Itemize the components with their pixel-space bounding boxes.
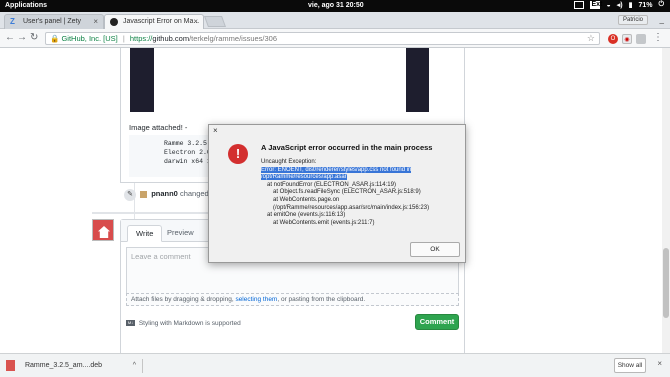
stack-line: at WebContents.emit (events.js:211:7) xyxy=(273,219,375,226)
address-separator: | xyxy=(122,34,125,43)
download-bar: Ramme_3.2.5_am....deb ^ Show all × xyxy=(0,353,670,377)
bookmark-star-icon[interactable]: ☆ xyxy=(587,33,595,44)
tab-zety[interactable]: Z User's panel | Zety × xyxy=(4,14,104,29)
back-arrow-icon[interactable]: ← xyxy=(5,32,15,43)
select-files-link[interactable]: selecting them xyxy=(235,296,277,303)
zety-favicon-icon: Z xyxy=(10,17,15,26)
browser-menu-icon[interactable]: ⋮ xyxy=(653,32,663,43)
attach-text-end: , or pasting from the clipboard. xyxy=(277,296,366,303)
stack-line: at WebContents.page.on (/opt/Ramme/resou… xyxy=(273,196,430,211)
system-top-bar: Applications vie, ago 31 20:50 Ext ◒ ◂) … xyxy=(0,0,670,12)
download-options-caret-icon[interactable]: ^ xyxy=(133,358,136,374)
exception-label: Uncaught Exception: xyxy=(261,159,317,165)
image-attached-text: Image attached! - xyxy=(129,123,188,132)
timeline-event: ✎ pnann0 changed t xyxy=(124,189,213,201)
tab-github-issue[interactable]: Javascript Error on Ma... × xyxy=(104,14,204,29)
applications-menu[interactable]: Applications xyxy=(5,2,47,9)
screenshot-window xyxy=(154,48,406,112)
ok-button[interactable]: OK xyxy=(410,242,460,257)
download-item[interactable]: Ramme_3.2.5_am....deb ^ xyxy=(6,358,136,374)
deb-file-icon xyxy=(6,359,15,371)
browser-tab-strip: Z User's panel | Zety × Javascript Error… xyxy=(0,12,670,29)
stack-line: at Object.fs.readFileSync (ELECTRON_ASAR… xyxy=(273,189,421,196)
adblock-extension-icon[interactable]: ◉ xyxy=(622,34,632,44)
error-icon: ! xyxy=(228,144,248,164)
tab-label: Javascript Error on Ma... xyxy=(123,18,200,25)
markdown-icon: M↓ xyxy=(126,320,135,327)
power-icon[interactable]: ⏻ xyxy=(658,1,664,9)
markdown-note-text[interactable]: Styling with Markdown is supported xyxy=(139,320,241,327)
avatar-house-icon xyxy=(98,226,110,238)
battery-percent: 71% xyxy=(638,1,653,9)
browser-toolbar: ← → ↻ 🔒 GitHub, Inc. [US] | https://gith… xyxy=(0,29,670,48)
certificate-company[interactable]: GitHub, Inc. [US] xyxy=(61,34,117,43)
reload-icon[interactable]: ↻ xyxy=(30,32,38,43)
tray-app-icon[interactable] xyxy=(574,1,585,9)
url-host: github.com xyxy=(152,34,190,43)
dialog-title: A JavaScript error occurred in the main … xyxy=(261,143,433,152)
show-all-downloads-button[interactable]: Show all xyxy=(614,358,646,373)
file-drop-zone[interactable]: Attach files by dragging & dropping, sel… xyxy=(126,293,459,306)
close-tab-icon[interactable]: × xyxy=(93,15,98,29)
current-user-avatar[interactable] xyxy=(92,219,114,241)
markdown-note: M↓ Styling with Markdown is supported xyxy=(126,320,241,327)
scrollbar-thumb[interactable] xyxy=(663,248,669,318)
stack-line: at emitOne (events.js:116:13) xyxy=(267,212,346,219)
profile-button[interactable]: Patricio xyxy=(617,15,648,25)
battery-icon: ▮ xyxy=(628,2,633,9)
tray-extension-icon[interactable]: Ext xyxy=(590,1,602,9)
volume-icon[interactable]: ◂) xyxy=(617,1,623,9)
tab-label: User's panel | Zety xyxy=(23,18,82,25)
system-clock[interactable]: vie, ago 31 20:50 xyxy=(308,2,364,9)
opera-extension-icon[interactable]: O xyxy=(608,34,618,44)
close-download-bar-icon[interactable]: × xyxy=(657,359,662,368)
selected-error-text[interactable]: Error: ENOENT, dist/renderer/styles/app.… xyxy=(261,166,412,181)
url-scheme: https:// xyxy=(129,34,153,43)
event-username[interactable]: pnann0 xyxy=(151,189,178,198)
stack-line: at notFoundError (ELECTRON_ASAR.js:114:1… xyxy=(267,181,396,188)
address-bar[interactable]: 🔒 GitHub, Inc. [US] | https://github.com… xyxy=(45,32,600,45)
url-path: /terkelg/ramme/issues/306 xyxy=(189,34,278,43)
download-separator xyxy=(142,359,143,373)
extension-icon[interactable] xyxy=(636,34,646,44)
forward-arrow-icon[interactable]: → xyxy=(17,32,27,43)
comment-button[interactable]: Comment xyxy=(415,314,459,330)
page-scrollbar[interactable] xyxy=(662,48,670,353)
attached-screenshot[interactable] xyxy=(130,48,429,112)
wifi-icon[interactable]: ◒ xyxy=(606,2,610,9)
github-favicon-icon xyxy=(110,18,118,26)
minimize-window-icon[interactable]: _ xyxy=(660,15,664,24)
lock-icon[interactable]: 🔒 xyxy=(50,34,59,43)
new-tab-button[interactable] xyxy=(203,16,227,27)
dialog-message: Uncaught Exception: Error: ENOENT, dist/… xyxy=(261,159,461,227)
attach-text: Attach files by dragging & dropping, xyxy=(131,296,236,303)
user-avatar[interactable] xyxy=(140,190,148,198)
pencil-icon: ✎ xyxy=(124,189,136,201)
tab-write[interactable]: Write xyxy=(127,225,163,242)
system-tray: Ext ◒ ◂) ▮ 71% ⏻ xyxy=(574,1,664,9)
tab-preview[interactable]: Preview xyxy=(159,225,202,242)
download-file-name: Ramme_3.2.5_am....deb xyxy=(24,362,102,369)
javascript-error-dialog: × ! A JavaScript error occurred in the m… xyxy=(208,124,466,263)
close-dialog-icon[interactable]: × xyxy=(213,126,218,135)
close-tab-icon[interactable]: × xyxy=(193,15,198,29)
